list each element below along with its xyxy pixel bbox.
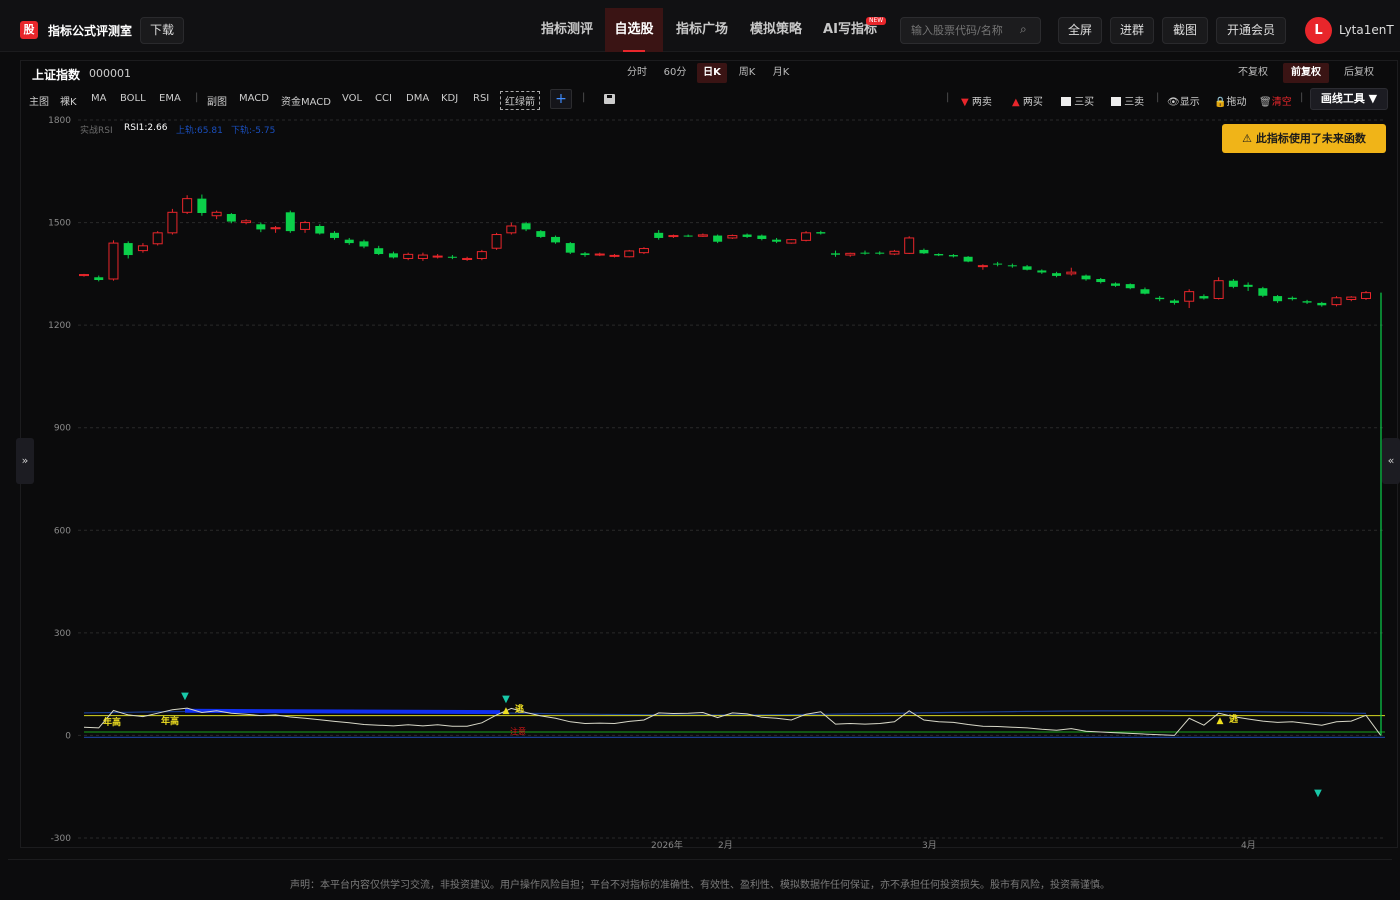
chart-panel (20, 60, 1398, 848)
show-tool[interactable]: 👁显示 (1167, 93, 1200, 108)
save-icon[interactable] (604, 94, 615, 104)
drag-tool[interactable]: 🔒拖动 (1214, 93, 1246, 108)
fullscreen-button[interactable]: 全屏 (1058, 17, 1102, 44)
separator: | (582, 92, 586, 103)
nav-item-ai-indicator[interactable]: AI写指标 (818, 8, 882, 52)
separator: | (195, 92, 199, 103)
avatar[interactable]: L (1305, 17, 1332, 44)
separator: | (1300, 92, 1304, 103)
stock-name: 上证指数 (32, 68, 81, 82)
expand-right-toggle[interactable]: « (1382, 438, 1400, 484)
three-sell-tool[interactable]: 三卖 (1111, 93, 1144, 108)
nav-item-indicator-square[interactable]: 指标广场 (670, 8, 734, 52)
separator: | (946, 92, 950, 103)
period-weekly[interactable]: 周K (734, 63, 760, 83)
legend-upper-value: 上轨:65.81 (176, 126, 223, 136)
indicator-dma[interactable]: DMA (406, 93, 429, 104)
footer-divider (8, 859, 1392, 860)
legend-lower-value: 下轨:-5.75 (231, 126, 276, 136)
lock-icon: 🔒 (1214, 97, 1227, 108)
add-indicator-button[interactable]: + (550, 89, 572, 109)
indicator-fund-macd[interactable]: 资金MACD (281, 93, 331, 108)
draw-tools-dropdown[interactable]: 画线工具 ▼ (1310, 88, 1388, 110)
download-button[interactable]: 下载 (140, 17, 184, 44)
three-sell-label: 三卖 (1124, 97, 1145, 108)
nav-item-sim-strategy[interactable]: 模拟策略 (744, 8, 808, 52)
disclaimer: 声明：本平台内容仅供学习交流，非投资建议。用户操作风险自担；平台不对指标的准确性… (290, 880, 1110, 891)
warning-label: 此指标使用了未来函数 (1255, 132, 1366, 145)
indicator-sub[interactable]: 副图 (207, 93, 227, 108)
period-intraday[interactable]: 分时 (624, 63, 650, 83)
down-triangle-icon: ▼ (961, 97, 969, 108)
indicator-ema[interactable]: EMA (159, 93, 181, 104)
two-sell-tool[interactable]: ▼ 两卖 (961, 93, 992, 108)
indicator-custom[interactable]: 红绿箭 (500, 91, 540, 110)
indicator-ma[interactable]: MA (91, 93, 106, 104)
adjust-backward[interactable]: 后复权 (1338, 63, 1380, 83)
two-sell-label: 两卖 (971, 97, 992, 108)
screenshot-button[interactable]: 截图 (1162, 17, 1208, 44)
line-chart-icon (1111, 97, 1121, 106)
up-triangle-icon: ▲ (1012, 97, 1020, 108)
show-label: 显示 (1179, 97, 1200, 108)
double-chevron-left-icon: « (1387, 454, 1395, 467)
adjust-forward[interactable]: 前复权 (1283, 63, 1329, 83)
period-daily[interactable]: 日K (697, 63, 727, 83)
expand-left-toggle[interactable]: » (16, 438, 34, 484)
three-buy-label: 三买 (1074, 97, 1095, 108)
nav-item-indicator-review[interactable]: 指标测评 (536, 8, 598, 52)
app-title: 指标公式评测室 (48, 24, 133, 38)
search-icon[interactable]: ⌕ (1020, 22, 1027, 37)
period-monthly[interactable]: 月K (768, 63, 794, 83)
new-badge: NEW (866, 17, 887, 25)
two-buy-label: 两买 (1022, 97, 1043, 108)
future-function-warning[interactable]: ⚠ 此指标使用了未来函数 (1222, 124, 1386, 153)
warning-icon: ⚠ (1242, 132, 1253, 145)
clear-tool[interactable]: 🗑清空 (1259, 93, 1292, 108)
join-group-button[interactable]: 进群 (1110, 17, 1154, 44)
indicator-naked-k[interactable]: 裸K (60, 93, 77, 108)
indicator-vol[interactable]: VOL (342, 93, 362, 104)
drag-label: 拖动 (1226, 97, 1247, 108)
stock-code: 000001 (89, 67, 131, 80)
app-logo: 股 (20, 21, 38, 39)
line-chart-icon (1061, 97, 1071, 106)
legend-rsi-value: RSI1:2.66 (124, 123, 168, 133)
indicator-main[interactable]: 主图 (29, 93, 49, 108)
nav-item-watchlist[interactable]: 自选股 (605, 8, 663, 52)
two-buy-tool[interactable]: ▲ 两买 (1012, 93, 1043, 108)
trash-icon: 🗑 (1259, 97, 1272, 108)
separator: | (1156, 92, 1160, 103)
indicator-cci[interactable]: CCI (375, 93, 392, 104)
membership-button[interactable]: 开通会员 (1216, 17, 1286, 44)
legend-indicator-name: 实战RSI (80, 126, 113, 136)
indicator-boll[interactable]: BOLL (120, 93, 146, 104)
adjust-none[interactable]: 不复权 (1233, 63, 1273, 83)
indicator-macd[interactable]: MACD (239, 93, 269, 104)
double-chevron-right-icon: » (21, 454, 29, 467)
clear-label: 清空 (1271, 97, 1292, 108)
indicator-kdj[interactable]: KDJ (441, 93, 458, 104)
eye-icon: 👁 (1167, 97, 1180, 108)
period-60min[interactable]: 60分 (660, 63, 690, 83)
indicator-rsi[interactable]: RSI (473, 93, 489, 104)
username[interactable]: Lyta1enT (1339, 23, 1394, 37)
three-buy-tool[interactable]: 三买 (1061, 93, 1094, 108)
